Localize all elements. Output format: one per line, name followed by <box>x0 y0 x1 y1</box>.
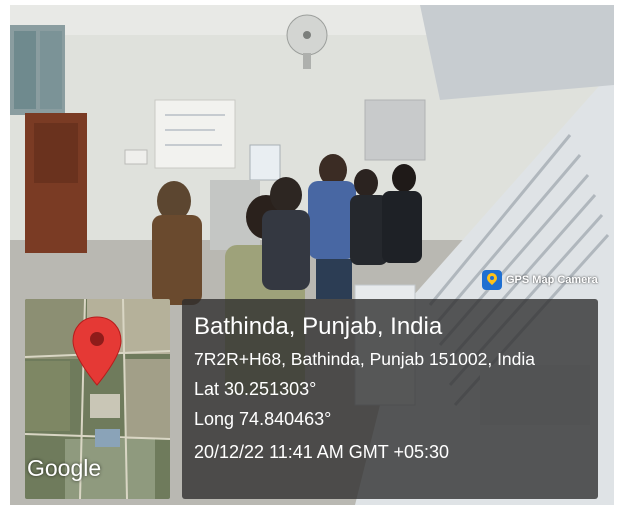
location-address: 7R2R+H68, Bathinda, Punjab 151002, India <box>194 349 536 369</box>
gps-map-camera-badge: GPS Map Camera <box>482 270 598 290</box>
location-title: Bathinda, Punjab, India <box>194 313 443 340</box>
google-logo: Google <box>27 455 102 481</box>
wall-chart <box>364 99 426 161</box>
wall-poster <box>154 99 236 169</box>
timestamp: 20/12/22 11:41 AM GMT +05:30 <box>194 442 450 462</box>
water-dispenser <box>249 144 281 181</box>
location-map-thumbnail: Google <box>25 299 170 499</box>
longitude-value: Long 74.840463° <box>194 409 332 429</box>
latitude-value: Lat 30.251303° <box>194 379 317 399</box>
location-info-panel: Bathinda, Punjab, India 7R2R+H68, Bathin… <box>182 299 598 499</box>
gps-map-camera-icon <box>482 270 502 290</box>
lab-photo: GPS Map Camera Google Bathinda, Punjab, … <box>10 5 614 505</box>
photo-frame: GPS Map Camera Google Bathinda, Punjab, … <box>0 0 626 509</box>
gps-app-name: GPS Map Camera <box>506 274 598 286</box>
